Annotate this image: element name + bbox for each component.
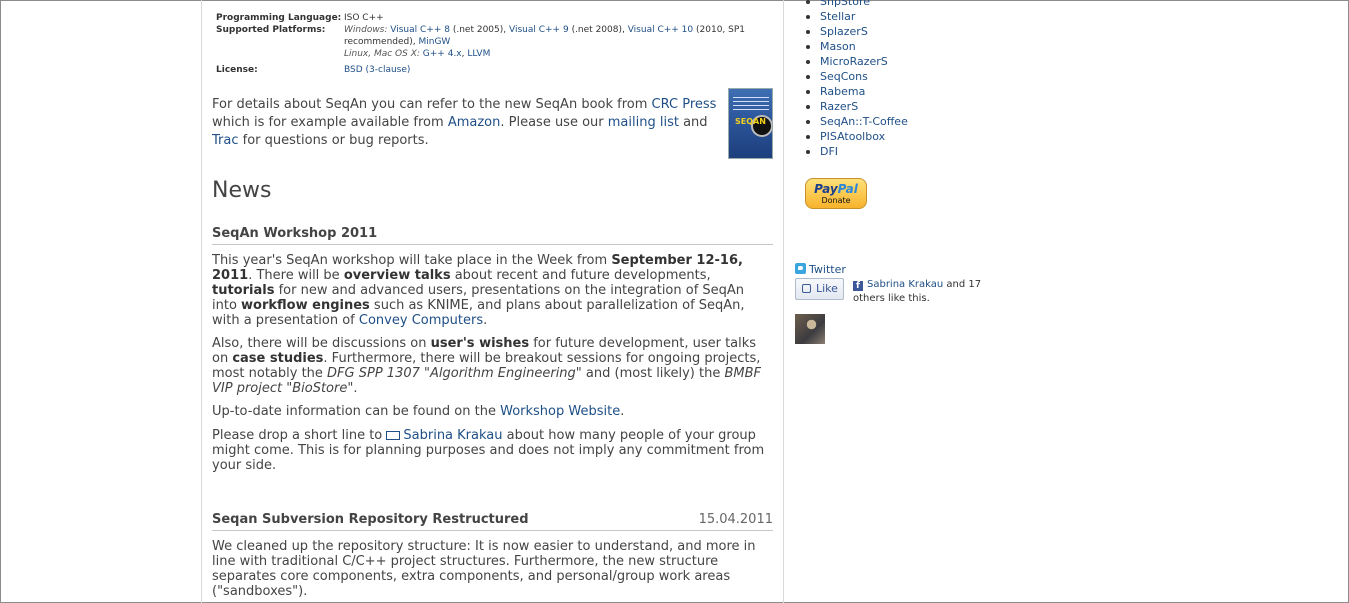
right-column-divider: [783, 0, 784, 603]
project-list: ShpStore Stellar SplazerS Mason MicroRaz…: [795, 0, 908, 159]
workshop-paragraph-4: Please drop a short line to Sabrina Krak…: [212, 428, 765, 473]
facebook-icon: f: [853, 281, 863, 291]
project-item[interactable]: Rabema: [795, 84, 908, 99]
svn-article-date: 15.04.2011: [698, 512, 773, 527]
workshop-paragraph-2: Also, there will be discussions on user'…: [212, 336, 761, 396]
twitter-icon: [795, 263, 806, 274]
svn-article-title: Seqan Subversion Repository Restructured…: [212, 512, 773, 531]
paypal-logo: PayPal: [814, 182, 858, 196]
facebook-friend-link[interactable]: Sabrina Krakau: [867, 279, 943, 290]
cover-title-lines: [733, 97, 769, 98]
project-item[interactable]: SplazerS: [795, 24, 908, 39]
project-info-table: Programming Language: ISO C++ Supported …: [216, 12, 754, 76]
platforms-value: Windows: Visual C++ 8 (.net 2005), Visua…: [344, 25, 746, 59]
trac-link[interactable]: Trac: [212, 133, 239, 148]
project-item[interactable]: SeqCons: [795, 69, 908, 84]
visual-cpp-10-link[interactable]: Visual C++ 10: [628, 25, 693, 35]
intro-paragraph: For details about SeqAn you can refer to…: [212, 97, 717, 148]
workshop-paragraph-1: This year's SeqAn workshop will take pla…: [212, 253, 745, 328]
llvm-link[interactable]: LLVM: [467, 49, 490, 59]
thumbs-up-icon: [802, 284, 811, 293]
workshop-website-link[interactable]: Workshop Website: [500, 404, 620, 419]
project-item[interactable]: SeqAn::T-Coffee: [795, 114, 908, 129]
crc-press-link[interactable]: CRC Press: [652, 97, 717, 112]
workshop-article-title: SeqAn Workshop 2011: [212, 226, 773, 245]
info-row-platforms: Supported Platforms: Windows: Visual C++…: [216, 24, 754, 60]
visual-cpp-9-link[interactable]: Visual C++ 9: [509, 25, 569, 35]
workshop-paragraph-3: Up-to-date information can be found on t…: [212, 404, 625, 419]
left-column-divider: [201, 0, 202, 603]
info-row-license: License: BSD (3-clause): [216, 64, 754, 76]
cover-logo-text: SEQAN: [735, 117, 766, 126]
seqan-book-cover-image[interactable]: SEQAN: [728, 88, 773, 159]
twitter-link[interactable]: Twitter: [795, 263, 846, 276]
news-heading: News: [212, 178, 272, 203]
project-item[interactable]: Mason: [795, 39, 908, 54]
project-item[interactable]: Stellar: [795, 9, 908, 24]
project-item[interactable]: RazerS: [795, 99, 908, 114]
amazon-link[interactable]: Amazon: [448, 115, 501, 130]
sabrina-krakau-mail-link[interactable]: Sabrina Krakau: [386, 428, 503, 443]
project-item[interactable]: MicroRazerS: [795, 54, 908, 69]
mail-icon: [386, 431, 401, 440]
project-item[interactable]: ShpStore: [795, 0, 908, 9]
license-link[interactable]: BSD (3-clause): [344, 64, 754, 76]
convey-computers-link[interactable]: Convey Computers: [359, 313, 483, 328]
project-item[interactable]: DFI: [795, 144, 908, 159]
facebook-like-button[interactable]: Like: [795, 278, 844, 300]
facebook-friend-avatar[interactable]: [795, 314, 825, 344]
svn-paragraph-1: We cleaned up the repository structure: …: [212, 539, 756, 599]
visual-cpp-8-link[interactable]: Visual C++ 8: [390, 25, 450, 35]
mailing-list-link[interactable]: mailing list: [608, 115, 679, 130]
gpp-link[interactable]: G++ 4.x: [423, 49, 462, 59]
mingw-link[interactable]: MinGW: [418, 37, 450, 47]
info-row-language: Programming Language: ISO C++: [216, 13, 384, 23]
paypal-donate-button[interactable]: PayPal Donate: [805, 178, 867, 209]
project-item[interactable]: PISAtoolbox: [795, 129, 908, 144]
facebook-like-count: f Sabrina Krakau and 17 others like this.: [853, 279, 982, 304]
